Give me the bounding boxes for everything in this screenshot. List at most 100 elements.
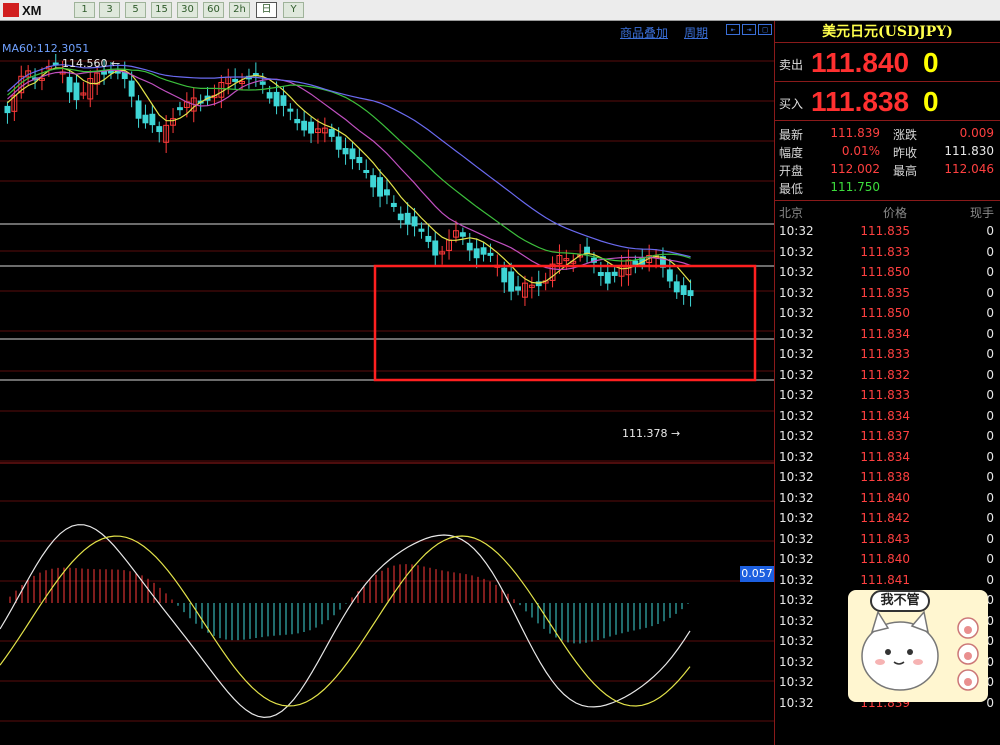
tick-volume: 0 (986, 265, 994, 279)
ma-line-mid (7, 69, 691, 271)
period-link[interactable]: 周期 (684, 24, 708, 41)
maximize-icon[interactable]: □ (758, 24, 772, 35)
candle-body (680, 285, 687, 295)
stat-row-low: 最低 111.750 (775, 179, 1000, 197)
period-button-6[interactable]: 60 (203, 2, 224, 18)
tick-volume: 0 (986, 572, 994, 587)
tick-row: 10:32 111.835 0 (775, 283, 1000, 304)
tick-volume: 0 (986, 285, 994, 300)
tick-time: 10:32 (779, 572, 814, 587)
trading-app: XM 1 3 5 15 30 60 2h 日 Y 114.560 ← 111.378 → 商品叠加… (0, 0, 1000, 745)
candle-body (390, 202, 397, 207)
tick-volume: 0 (986, 552, 994, 566)
candle-body (66, 76, 73, 93)
tick-price: 111.840 (860, 490, 910, 505)
sell-row[interactable]: 卖出 111.840 0 (775, 43, 1000, 82)
tick-row: 10:32 111.850 0 (775, 262, 1000, 283)
tick-price: 111.850 (860, 306, 910, 320)
tick-header-time: 北京 (779, 206, 804, 220)
stat-row-open: 开盘 112.002 最高 112.046 (775, 161, 1000, 179)
candle-body (597, 272, 604, 276)
tick-header-volume: 现手 (969, 206, 994, 220)
candle-body (349, 148, 356, 160)
tick-header-price: 价格 (883, 206, 908, 220)
candle-body (432, 240, 439, 256)
tick-time: 10:32 (779, 347, 814, 361)
period-button-8[interactable]: 日 (256, 2, 277, 18)
period-button-5[interactable]: 30 (177, 2, 198, 18)
tick-row: 10:32 111.838 0 (775, 467, 1000, 488)
tick-row: 10:32 111.840 0 (775, 488, 1000, 509)
zoom-out-icon[interactable]: ⇥ (742, 24, 756, 35)
zoom-in-icon[interactable]: ⇤ (726, 24, 740, 35)
tick-price: 111.833 (860, 388, 910, 402)
tick-volume: 0 (986, 244, 994, 259)
tick-time: 10:32 (779, 593, 814, 607)
candle-body (377, 177, 384, 197)
tick-volume: 0 (986, 429, 994, 443)
candle-body (273, 91, 280, 107)
stat-label: 幅度 (779, 146, 804, 160)
tick-time: 10:32 (779, 244, 814, 259)
tick-volume: 0 (986, 531, 994, 546)
tick-time: 10:32 (779, 634, 814, 648)
toolbar: XM 1 3 5 15 30 60 2h 日 Y (0, 0, 1000, 21)
candle-body (294, 118, 301, 124)
tick-row: 10:32 111.843 0 (775, 529, 1000, 550)
candle-body (411, 216, 418, 227)
tick-volume: 0 (986, 511, 994, 525)
tick-price: 111.838 (860, 470, 910, 484)
stat-label: 开盘 (779, 164, 804, 178)
candle-body (232, 78, 239, 82)
tick-row: 10:32 111.834 0 (775, 324, 1000, 345)
tick-time: 10:32 (779, 306, 814, 320)
overlay-link[interactable]: 商品叠加 (620, 24, 668, 41)
period-button-4[interactable]: 15 (151, 2, 172, 18)
tick-time: 10:32 (779, 511, 814, 525)
candle-body (673, 281, 680, 293)
candle-body (363, 169, 370, 173)
candle-body (397, 213, 404, 221)
stat-value: 111.839 (830, 126, 880, 140)
candle-body (604, 272, 611, 284)
sticker-text: 我不管 (870, 590, 930, 612)
tick-time: 10:32 (779, 408, 814, 423)
buy-volume: 0 (923, 86, 939, 117)
tick-header: 北京 价格 现手 (775, 201, 1000, 221)
tick-time: 10:32 (779, 695, 814, 710)
period-button-7[interactable]: 2h (229, 2, 250, 18)
tick-price: 111.835 (860, 285, 910, 300)
candle-body (342, 148, 349, 155)
period-button-3[interactable]: 5 (125, 2, 146, 18)
candlestick-chart-area[interactable]: 114.560 ← 111.378 → (0, 21, 774, 745)
tick-row: 10:32 111.835 0 (775, 221, 1000, 242)
candle-body (135, 100, 142, 119)
tick-row: 10:32 111.837 0 (775, 426, 1000, 447)
candle-body (287, 108, 294, 112)
tick-time: 10:32 (779, 326, 814, 341)
tick-price: 111.834 (860, 408, 910, 423)
tick-row: 10:32 111.841 0 (775, 570, 1000, 591)
tick-volume: 0 (986, 224, 994, 238)
xm-logo: XM (3, 3, 42, 18)
tick-volume: 0 (986, 470, 994, 484)
tick-volume: 0 (986, 306, 994, 320)
tick-time: 10:32 (779, 285, 814, 300)
tick-price: 111.835 (860, 224, 910, 238)
tick-row: 10:32 111.842 0 (775, 508, 1000, 529)
candle-body (487, 252, 494, 256)
period-button-9[interactable]: Y (283, 2, 304, 18)
stat-row-latest: 最新 111.839 涨跌 0.009 (775, 125, 1000, 143)
tick-volume: 0 (986, 490, 994, 505)
candle-body (466, 242, 473, 251)
tick-price: 111.832 (860, 367, 910, 382)
tick-volume: 0 (986, 367, 994, 382)
buy-row[interactable]: 买入 111.838 0 (775, 82, 1000, 121)
candle-body (328, 128, 335, 137)
candle-body (280, 95, 287, 106)
candle-body (611, 271, 618, 276)
sell-price: 111.840 (811, 47, 910, 78)
ma60-line (7, 64, 691, 258)
period-button-2[interactable]: 3 (99, 2, 120, 18)
period-button-1[interactable]: 1 (74, 2, 95, 18)
